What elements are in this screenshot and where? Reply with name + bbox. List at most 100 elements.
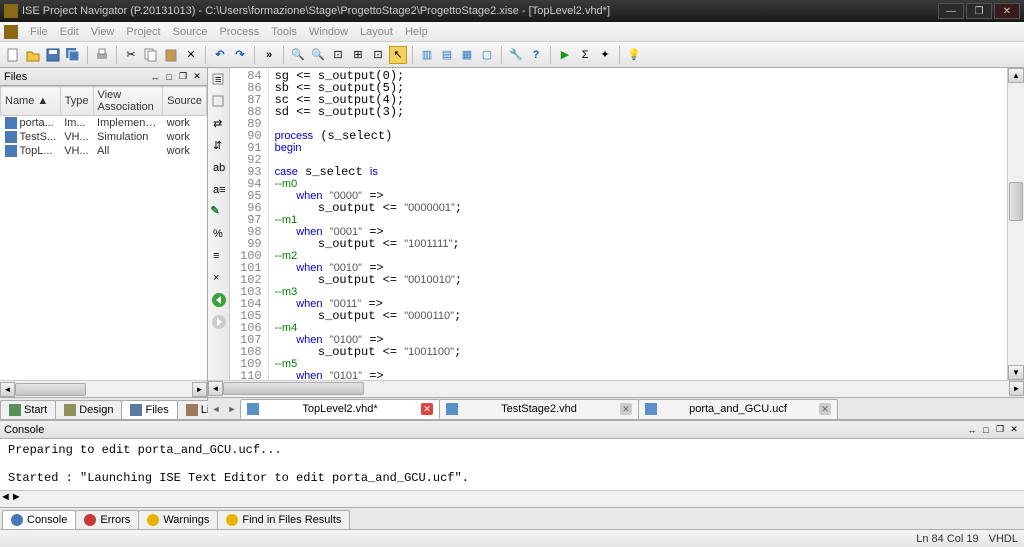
window-title: ISE Project Navigator (P.20131013) - C:\… (22, 5, 938, 17)
console-arrows-icon[interactable]: ↔ (966, 424, 978, 436)
zoom-out-icon[interactable]: 🔍 (309, 46, 327, 64)
zoom-fit-icon[interactable]: ⊡ (329, 46, 347, 64)
tile-v-icon[interactable]: ▤ (438, 46, 456, 64)
console-close-icon[interactable]: ✕ (1008, 424, 1020, 436)
nav-icon[interactable]: ⊡ (369, 46, 387, 64)
tab-close-icon[interactable]: ✕ (620, 403, 632, 415)
gutter-tool-3[interactable]: ⇄ (211, 116, 227, 132)
tab-close-icon[interactable]: ✕ (819, 403, 831, 415)
select-icon[interactable]: ↖ (389, 46, 407, 64)
zoom-region-icon[interactable]: ⊞ (349, 46, 367, 64)
gutter-tool-9[interactable]: ≡ (211, 248, 227, 264)
console-tab-find[interactable]: Find in Files Results (217, 510, 350, 529)
bulb-icon[interactable]: 💡 (625, 46, 643, 64)
tab-files[interactable]: Files (121, 400, 177, 419)
tab-nav-next[interactable]: ► (224, 399, 240, 419)
new-icon[interactable] (4, 46, 22, 64)
panel-arrows-icon[interactable]: ↔ (149, 71, 161, 83)
menu-source[interactable]: Source (167, 26, 214, 38)
panel-restore-icon[interactable]: ❐ (177, 71, 189, 83)
tile-h-icon[interactable]: ▥ (418, 46, 436, 64)
delete-icon[interactable]: ✕ (182, 46, 200, 64)
tab-start[interactable]: Start (0, 400, 56, 419)
col-assoc[interactable]: View Association (93, 87, 163, 116)
col-source[interactable]: Source (163, 87, 207, 116)
console-tab-warnings[interactable]: Warnings (138, 510, 218, 529)
file-icon (446, 403, 458, 415)
menu-help[interactable]: Help (399, 26, 434, 38)
print-icon[interactable] (93, 46, 111, 64)
col-type[interactable]: Type (60, 87, 93, 116)
cut-icon[interactable]: ✂ (122, 46, 140, 64)
console-float-icon[interactable]: □ (980, 424, 992, 436)
gutter-back-icon[interactable] (211, 292, 227, 308)
compile-icon[interactable]: ✦ (596, 46, 614, 64)
wrench-icon[interactable]: 🔧 (507, 46, 525, 64)
tab-close-icon[interactable]: ✕ (421, 403, 433, 415)
gutter-forward-icon[interactable] (211, 314, 227, 330)
run-icon[interactable]: ▶ (556, 46, 574, 64)
save-icon[interactable] (44, 46, 62, 64)
maximize-button[interactable]: ❐ (966, 3, 992, 19)
menu-window[interactable]: Window (303, 26, 354, 38)
tab-nav-prev[interactable]: ◄ (208, 399, 224, 419)
console-tab-errors[interactable]: Errors (75, 510, 139, 529)
gutter-tool-4[interactable]: ⇵ (211, 138, 227, 154)
editor-hscroll[interactable]: ◄► (208, 380, 1024, 397)
svg-text:⇄: ⇄ (213, 118, 222, 130)
file-row[interactable]: TestS...VH...Simulationwork (1, 130, 207, 144)
panel-close-icon[interactable]: ✕ (191, 71, 203, 83)
tab-design[interactable]: Design (55, 400, 122, 419)
console-title: Console (4, 424, 964, 436)
panel-float-icon[interactable]: □ (163, 71, 175, 83)
toolbar: ✂ ✕ ↶ ↷ » 🔍 🔍 ⊡ ⊞ ⊡ ↖ ▥ ▤ ▦ ▢ 🔧 ? ▶ Σ ✦ … (0, 42, 1024, 68)
cascade-icon[interactable]: ▦ (458, 46, 476, 64)
gutter-tool-2[interactable] (211, 94, 227, 110)
menu-file[interactable]: File (24, 26, 54, 38)
editor-tab[interactable]: TopLevel2.vhd*✕ (240, 399, 440, 419)
file-row[interactable]: TopL...VH...Allwork (1, 144, 207, 158)
menu-project[interactable]: Project (120, 26, 166, 38)
help-icon[interactable]: ? (527, 46, 545, 64)
gutter-tool-8[interactable]: % (211, 226, 227, 242)
menu-app-icon (4, 25, 18, 39)
close-button[interactable]: ✕ (994, 3, 1020, 19)
svg-text:×: × (213, 272, 219, 284)
gutter-tool-1[interactable]: ≡ (211, 72, 227, 88)
console-tab-console[interactable]: Console (2, 510, 76, 529)
statusbar: Ln 84 Col 19 VHDL (0, 529, 1024, 547)
editor-vscroll[interactable]: ▲▼ (1007, 68, 1024, 380)
copy-icon[interactable] (142, 46, 160, 64)
open-icon[interactable] (24, 46, 42, 64)
expand-icon[interactable]: » (260, 46, 278, 64)
console-restore-icon[interactable]: ❐ (994, 424, 1006, 436)
status-position: Ln 84 Col 19 (916, 533, 978, 545)
gutter-tool-7[interactable]: ✎ (211, 204, 227, 220)
menu-edit[interactable]: Edit (54, 26, 85, 38)
gutter-tool-10[interactable]: × (211, 270, 227, 286)
zoom-in-icon[interactable]: 🔍 (289, 46, 307, 64)
files-hscroll[interactable]: ◄► (0, 380, 207, 397)
undo-icon[interactable]: ↶ (211, 46, 229, 64)
code-editor[interactable]: sg <= s_output(0); sb <= s_output(5); sc… (269, 68, 1007, 380)
console-hscroll[interactable]: ◄► (0, 490, 1024, 507)
left-bottom-tabs: Start Design Files Libraries (0, 397, 207, 419)
editor-tab[interactable]: TestStage2.vhd✕ (439, 399, 639, 419)
col-name[interactable]: Name ▲ (1, 87, 61, 116)
step-icon[interactable]: Σ (576, 46, 594, 64)
file-row[interactable]: porta...Im...Implementationwork (1, 116, 207, 131)
saveall-icon[interactable] (64, 46, 82, 64)
menu-tools[interactable]: Tools (265, 26, 303, 38)
gutter-tool-6[interactable]: a≡ (211, 182, 227, 198)
console-output[interactable]: Preparing to edit porta_and_GCU.ucf... S… (0, 439, 1024, 490)
file-icon (5, 145, 17, 157)
minimize-button[interactable]: — (938, 3, 964, 19)
menu-layout[interactable]: Layout (354, 26, 399, 38)
editor-tab[interactable]: porta_and_GCU.ucf✕ (638, 399, 838, 419)
menu-view[interactable]: View (85, 26, 121, 38)
menu-process[interactable]: Process (213, 26, 265, 38)
gutter-tool-5[interactable]: ab (211, 160, 227, 176)
redo-icon[interactable]: ↷ (231, 46, 249, 64)
single-icon[interactable]: ▢ (478, 46, 496, 64)
paste-icon[interactable] (162, 46, 180, 64)
